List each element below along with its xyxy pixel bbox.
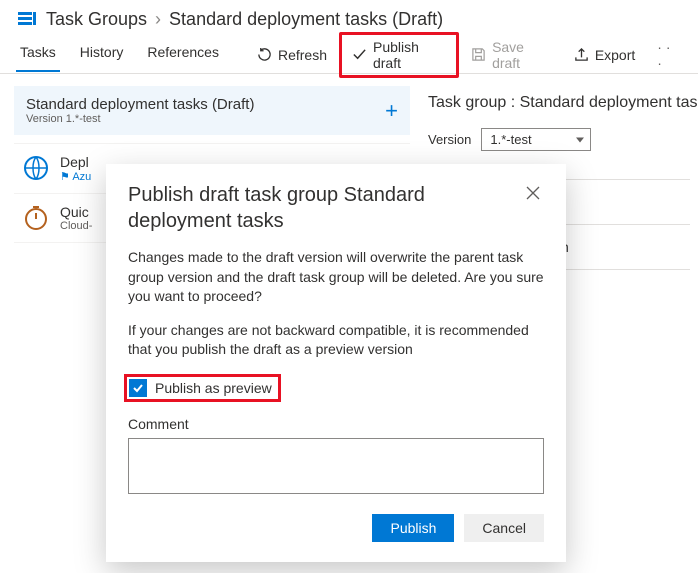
task-sub: Cloud- — [60, 220, 92, 232]
checkbox-icon — [129, 379, 147, 397]
task-link[interactable]: ⚑ Azu — [60, 170, 91, 183]
tab-tasks[interactable]: Tasks — [16, 38, 60, 72]
save-draft-label: Save draft — [492, 39, 552, 71]
version-select[interactable]: 1.*-test — [481, 128, 591, 151]
refresh-icon — [257, 47, 272, 62]
breadcrumb: Task Groups › Standard deployment tasks … — [0, 0, 698, 36]
close-icon — [526, 187, 540, 203]
export-label: Export — [595, 47, 635, 63]
add-task-button[interactable]: + — [385, 98, 398, 124]
task-group-header[interactable]: Standard deployment tasks (Draft) Versio… — [14, 86, 410, 135]
task-group-version: Version 1.*-test — [26, 113, 254, 125]
close-button[interactable] — [522, 182, 544, 207]
tab-references[interactable]: References — [143, 38, 223, 72]
cancel-button[interactable]: Cancel — [464, 514, 544, 542]
version-label: Version — [428, 132, 471, 147]
task-name: Quic — [60, 204, 92, 220]
task-name: Depl — [60, 154, 91, 170]
publish-button[interactable]: Publish — [372, 514, 454, 542]
task-group-icon — [16, 8, 38, 30]
timer-icon — [22, 204, 50, 232]
breadcrumb-current: Standard deployment tasks (Draft) — [169, 9, 443, 30]
more-button[interactable]: · · · — [647, 35, 688, 75]
checkbox-label: Publish as preview — [155, 380, 272, 396]
toolbar: Tasks History References Refresh Publish… — [0, 36, 698, 74]
export-icon — [574, 47, 589, 62]
dialog-warning-text: Changes made to the draft version will o… — [128, 248, 544, 307]
check-icon — [352, 47, 367, 62]
publish-as-preview-checkbox[interactable]: Publish as preview — [124, 374, 281, 402]
breadcrumb-separator: › — [155, 9, 161, 30]
dialog-title: Publish draft task group Standard deploy… — [128, 182, 522, 234]
publish-dialog: Publish draft task group Standard deploy… — [106, 164, 566, 562]
tab-history[interactable]: History — [76, 38, 128, 72]
comment-input[interactable] — [128, 438, 544, 494]
refresh-label: Refresh — [278, 47, 327, 63]
panel-heading: Task group : Standard deployment tasl — [428, 94, 690, 112]
refresh-button[interactable]: Refresh — [247, 43, 337, 67]
save-draft-button: Save draft — [461, 35, 562, 75]
tabs: Tasks History References — [10, 38, 223, 72]
save-icon — [471, 47, 486, 62]
comment-label: Comment — [128, 416, 544, 432]
dialog-info-text: If your changes are not backward compati… — [128, 321, 544, 360]
publish-draft-label: Publish draft — [373, 39, 446, 71]
task-group-title: Standard deployment tasks (Draft) — [26, 96, 254, 113]
publish-draft-button[interactable]: Publish draft — [339, 32, 459, 78]
breadcrumb-root[interactable]: Task Groups — [46, 9, 147, 30]
globe-icon — [22, 154, 50, 182]
export-button[interactable]: Export — [564, 43, 645, 67]
